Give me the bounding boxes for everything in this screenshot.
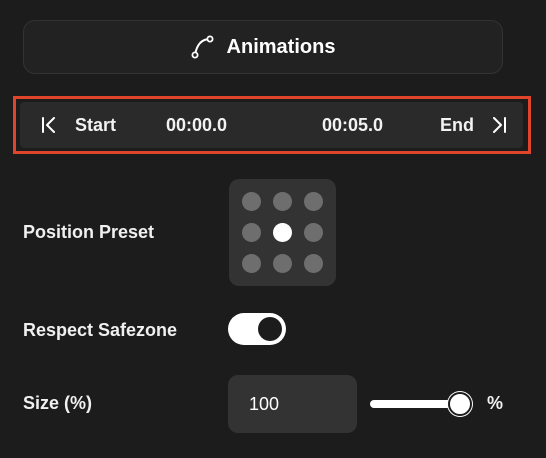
animations-button-label: Animations — [226, 35, 336, 58]
timeline-end-label[interactable]: End — [440, 102, 474, 148]
animations-button[interactable]: Animations — [23, 20, 503, 74]
animation-settings-panel: Animations Start 00:00.0 00:05.0 End Pos… — [0, 0, 546, 458]
timeline-bar: Start 00:00.0 00:05.0 End — [20, 102, 523, 148]
position-dot-bottom-left[interactable] — [242, 254, 261, 273]
size-unit-label: % — [487, 393, 504, 413]
size-slider-thumb[interactable] — [448, 392, 472, 416]
position-dot-top-left[interactable] — [242, 192, 261, 211]
position-preset-label: Position Preset — [23, 222, 155, 242]
position-dot-center[interactable] — [273, 223, 292, 242]
timeline-start-label[interactable]: Start — [75, 102, 116, 148]
respect-safezone-toggle[interactable] — [228, 313, 286, 345]
skip-to-start-icon[interactable] — [40, 117, 58, 133]
size-input[interactable] — [228, 375, 357, 433]
size-label: Size (%) — [23, 393, 93, 413]
bezier-curve-icon — [191, 35, 215, 59]
position-dot-top-center[interactable] — [273, 192, 292, 211]
respect-safezone-label: Respect Safezone — [23, 320, 178, 340]
skip-to-end-icon[interactable] — [490, 117, 508, 133]
toggle-knob — [258, 317, 282, 341]
position-dot-bottom-right[interactable] — [304, 254, 323, 273]
position-dot-middle-right[interactable] — [304, 223, 323, 242]
timeline-end-time: 00:05.0 — [322, 115, 384, 135]
position-dot-middle-left[interactable] — [242, 223, 261, 242]
position-preset-grid — [229, 179, 336, 286]
position-dot-top-right[interactable] — [304, 192, 323, 211]
timeline-start-time: 00:00.0 — [166, 115, 228, 135]
position-dot-bottom-center[interactable] — [273, 254, 292, 273]
